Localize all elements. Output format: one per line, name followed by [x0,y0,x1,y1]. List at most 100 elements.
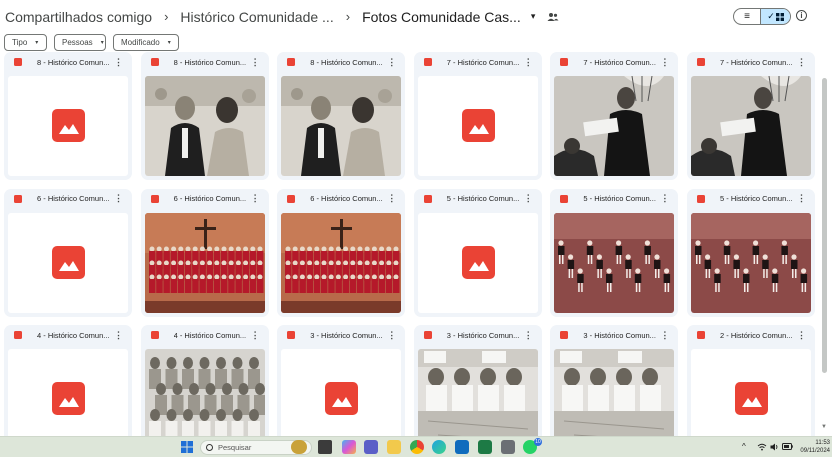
more-actions-icon[interactable]: ⋮ [114,330,123,341]
photo-thumbnail[interactable] [281,76,402,176]
more-actions-icon[interactable]: ⋮ [251,193,260,204]
search-icon [206,444,213,451]
file-card[interactable]: 6 - Histórico Comun... ⋮ [140,188,269,317]
teams-icon[interactable] [364,440,378,454]
file-name: 5 - Histórico Comun... [583,194,656,203]
file-card[interactable]: 3 - Histórico Comun... ⋮ [413,325,542,436]
photo-thumbnail[interactable] [691,212,811,313]
photo-thumbnail[interactable] [144,76,265,176]
file-card[interactable]: 8 - Histórico Comun... ⋮ [140,52,269,180]
more-actions-icon[interactable]: ⋮ [660,57,669,68]
file-card[interactable]: 4 - Histórico Comun... ⋮ [4,325,132,436]
info-icon[interactable]: i [796,10,807,21]
breadcrumb-separator: › [345,9,351,24]
check-icon: ✓ [767,11,775,21]
battery-icon[interactable] [782,443,793,450]
windows-icon[interactable] [180,440,194,454]
filter-people-chip[interactable]: Pessoas ▾ [54,34,106,51]
wifi-icon[interactable] [757,443,767,451]
breadcrumb-separator: › [164,9,169,24]
file-thumbnail-placeholder[interactable] [281,349,402,436]
file-thumbnail-placeholder[interactable] [8,76,128,176]
photo-thumbnail[interactable] [554,349,675,436]
more-actions-icon[interactable]: ⋮ [114,193,123,204]
file-card[interactable]: 7 - Histórico Comun... ⋮ [687,52,815,180]
photo-thumbnail[interactable] [691,76,811,176]
photo-thumbnail[interactable] [554,76,675,176]
more-actions-icon[interactable]: ⋮ [114,57,123,68]
edge-icon[interactable] [432,440,446,454]
chip-label: Tipo [12,38,28,47]
breadcrumb-parent[interactable]: Histórico Comunidade ... [180,9,333,25]
breadcrumb-current-folder[interactable]: Fotos Comunidade Cas... [362,9,521,25]
image-icon [325,382,359,415]
file-card-header: 6 - Histórico Comun... ⋮ [277,189,405,209]
file-card[interactable]: 8 - Histórico Comun... ⋮ [4,52,132,180]
more-actions-icon[interactable]: ⋮ [251,57,260,68]
breadcrumb-root[interactable]: Compartilhados comigo [5,9,152,25]
file-card[interactable]: 5 - Histórico Comun... ⋮ [550,188,679,317]
excel-icon[interactable] [478,440,492,454]
widgets-icon[interactable] [291,440,307,454]
more-actions-icon[interactable]: ⋮ [387,330,396,341]
more-actions-icon[interactable]: ⋮ [797,193,806,204]
photo-thumbnail[interactable] [281,212,402,313]
taskbar-clock[interactable]: 11:53 09/11/2024 [800,439,832,455]
image-file-icon [287,331,296,339]
more-actions-icon[interactable]: ⋮ [387,57,396,68]
file-thumbnail-placeholder[interactable] [8,349,128,436]
more-actions-icon[interactable]: ⋮ [524,330,533,341]
tray-overflow-caret-icon[interactable]: ^ [742,442,746,451]
file-card[interactable]: 6 - Histórico Comun... ⋮ [4,188,132,317]
photo-thumbnail[interactable] [554,212,675,313]
search-placeholder: Pesquisar [218,443,252,452]
scroll-down-icon[interactable]: ▼ [821,424,827,430]
file-card[interactable]: 5 - Histórico Comun... ⋮ [413,188,542,317]
more-actions-icon[interactable]: ⋮ [251,330,260,341]
filter-modified-chip[interactable]: Modificado ▾ [113,34,179,51]
photo-thumbnail[interactable] [144,349,265,436]
more-actions-icon[interactable]: ⋮ [797,57,806,68]
more-actions-icon[interactable]: ⋮ [524,193,533,204]
file-card[interactable]: 4 - Histórico Comun... ⋮ [140,325,269,436]
file-explorer-dark-icon[interactable] [318,440,332,454]
explorer-icon[interactable] [387,440,401,454]
file-thumbnail-placeholder[interactable] [417,212,538,313]
more-actions-icon[interactable]: ⋮ [797,330,806,341]
photo-thumbnail[interactable] [417,349,538,436]
clock-time: 11:53 [815,440,830,446]
scrollbar-thumb[interactable] [822,78,827,373]
scrollbar[interactable]: ▼ [820,52,828,436]
file-card[interactable]: 3 - Histórico Comun... ⋮ [277,325,406,436]
people-icon [547,12,559,21]
file-card[interactable]: 7 - Histórico Comun... ⋮ [413,52,542,180]
file-card[interactable]: 5 - Histórico Comun... ⋮ [687,188,815,317]
list-view-button[interactable]: ≡ [734,9,760,24]
outlook-icon[interactable] [455,440,469,454]
more-actions-icon[interactable]: ⋮ [660,193,669,204]
grid-view-button[interactable]: ✓ [760,9,790,24]
more-actions-icon[interactable]: ⋮ [524,57,533,68]
calculator-icon[interactable] [501,440,515,454]
copilot-icon[interactable] [342,440,356,454]
file-card[interactable]: 3 - Histórico Comun... ⋮ [550,325,679,436]
file-card-header: 7 - Histórico Comun... ⋮ [414,52,542,72]
file-card-header: 5 - Histórico Comun... ⋮ [550,189,678,209]
filter-type-chip[interactable]: Tipo ▾ [4,34,47,51]
file-card[interactable]: 2 - Histórico Comun... ⋮ [687,325,815,436]
file-card[interactable]: 8 - Histórico Comun... ⋮ [277,52,406,180]
folder-menu-caret-icon[interactable]: ▾ [531,11,536,22]
file-thumbnail-placeholder[interactable] [8,212,128,313]
file-card-header: 7 - Histórico Comun... ⋮ [550,52,678,72]
file-card[interactable]: 7 - Histórico Comun... ⋮ [550,52,679,180]
volume-icon[interactable] [770,443,779,451]
file-card-header: 3 - Histórico Comun... ⋮ [550,325,678,345]
file-card[interactable]: 6 - Histórico Comun... ⋮ [277,188,406,317]
more-actions-icon[interactable]: ⋮ [660,330,669,341]
file-thumbnail-placeholder[interactable] [417,76,538,176]
photo-thumbnail[interactable] [144,212,265,313]
file-thumbnail-placeholder[interactable] [691,349,811,436]
image-file-icon [150,331,159,339]
chrome-icon[interactable] [410,440,424,454]
more-actions-icon[interactable]: ⋮ [387,193,396,204]
